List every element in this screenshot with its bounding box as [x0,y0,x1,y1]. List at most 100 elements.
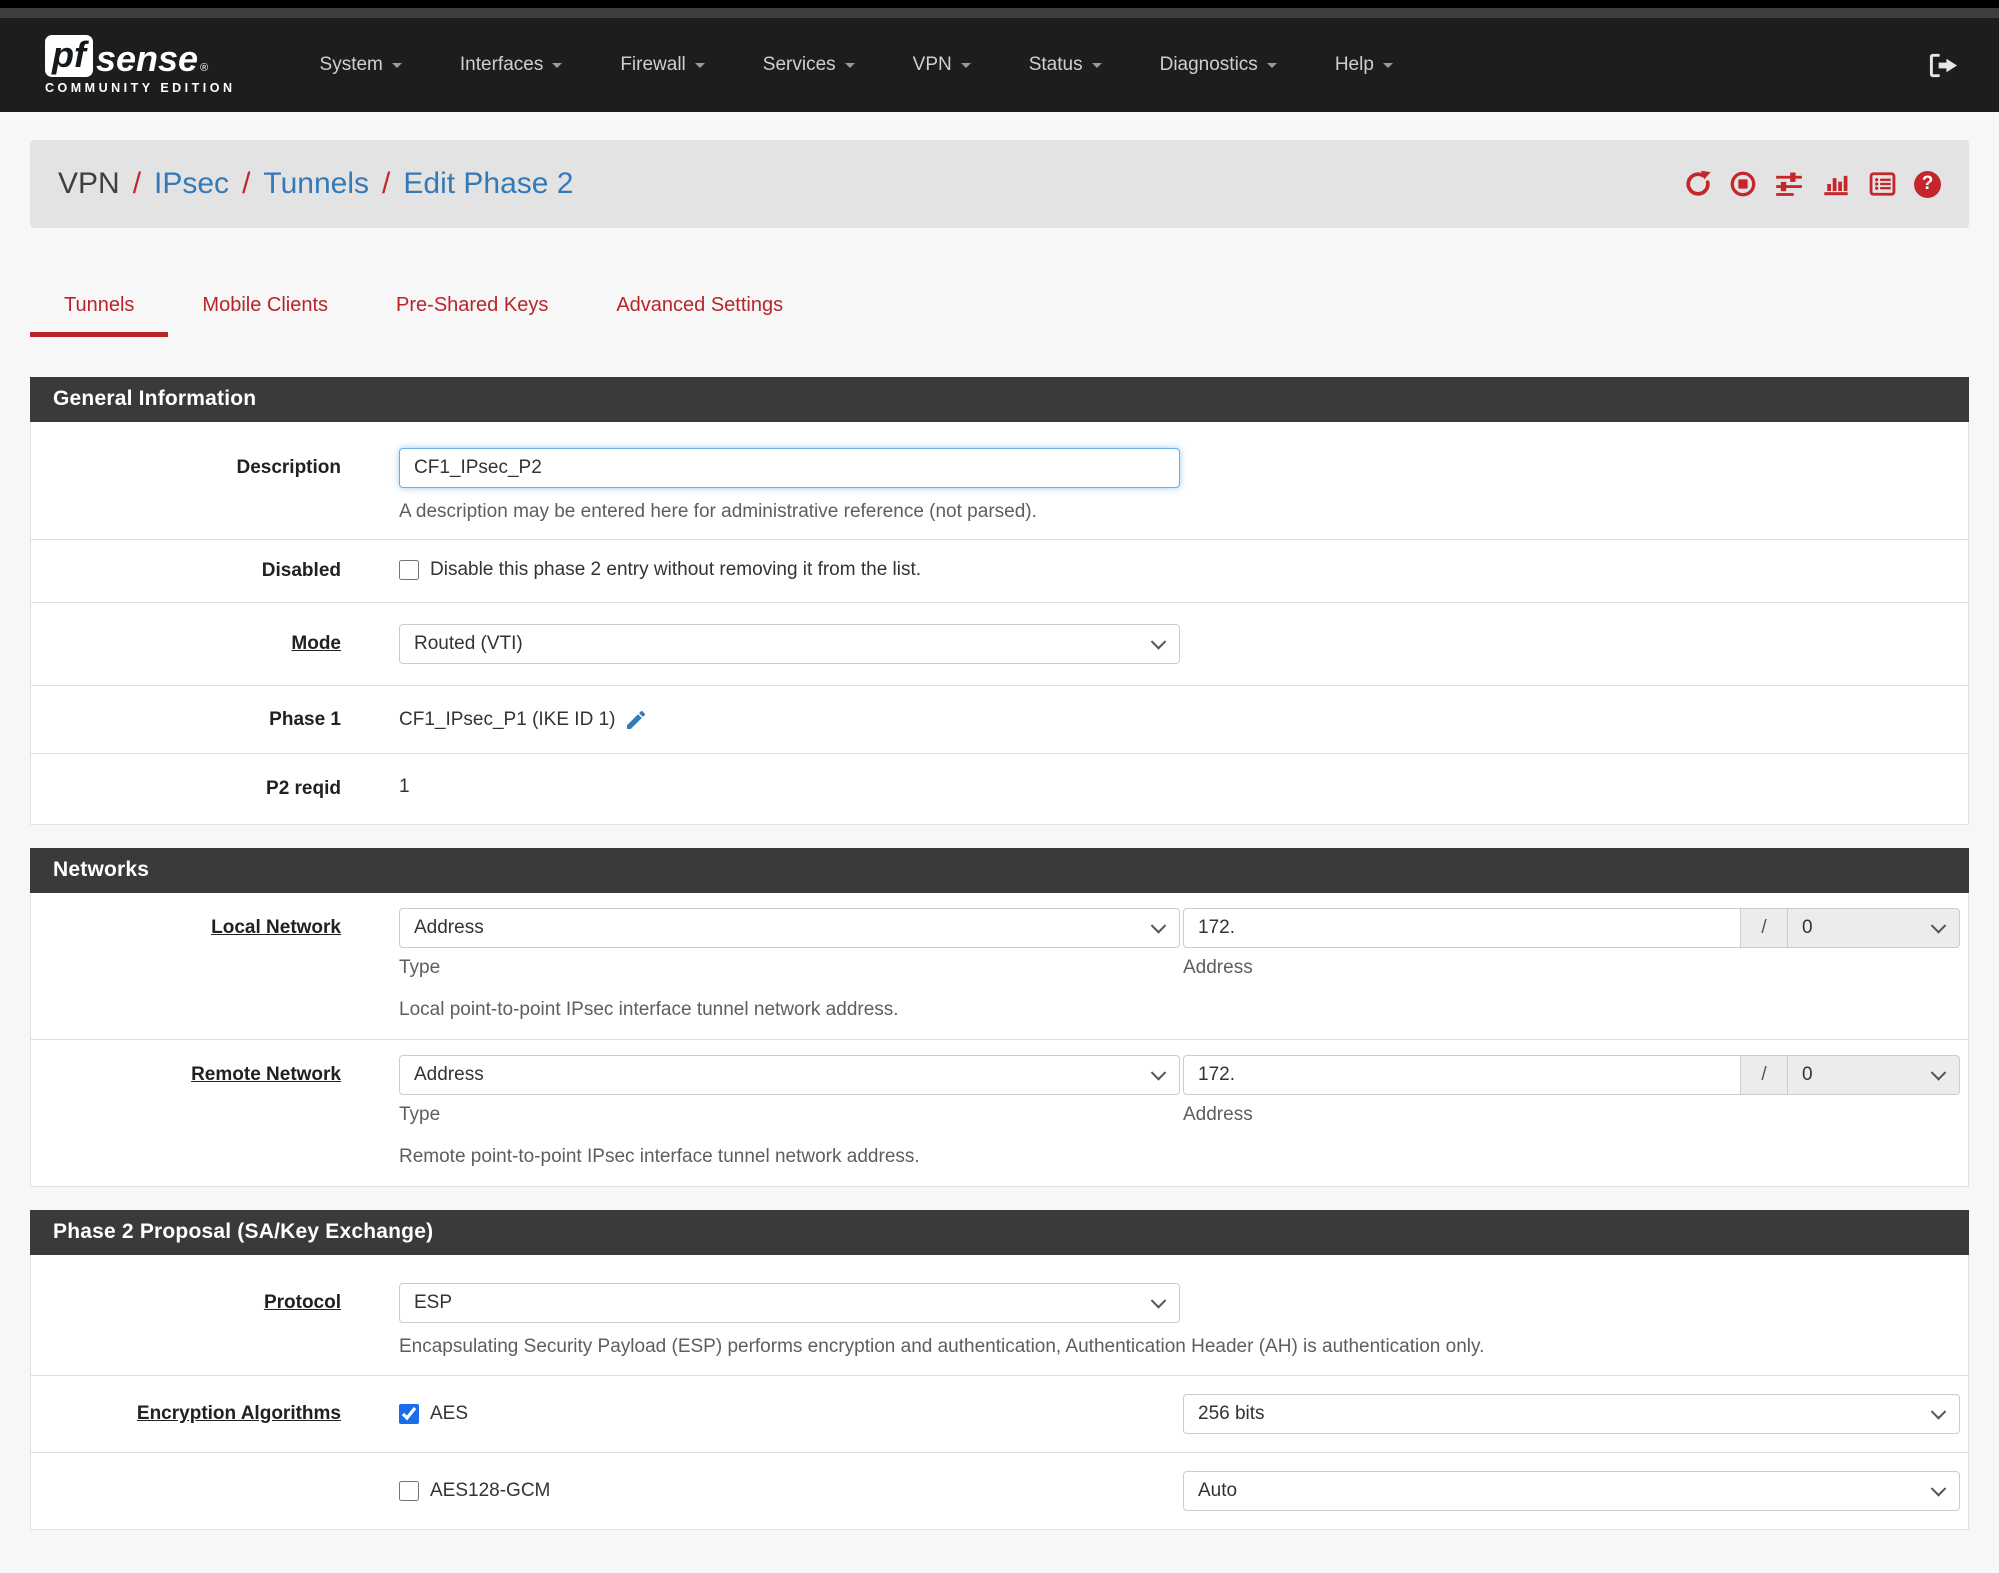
chevron-down-icon [552,62,563,68]
remote-type-caption: Type [399,1104,441,1125]
tab-pre-shared-keys[interactable]: Pre-Shared Keys [362,294,582,337]
local-network-prefix-select[interactable]: 0 [1788,908,1960,948]
sliders-icon[interactable] [1774,170,1804,198]
disabled-label: Disabled [261,560,341,581]
pencil-icon[interactable] [624,708,648,732]
chevron-down-icon [694,62,705,68]
edition-label: COMMUNITY EDITION [45,80,236,95]
p2-reqid-value: 1 [399,776,410,797]
row-mode: Mode Routed (VTI) [31,602,1968,685]
menu-system[interactable]: System [291,44,431,86]
aes128gcm-checkbox[interactable] [399,1481,419,1501]
menu-interfaces[interactable]: Interfaces [431,44,591,86]
protocol-label: Protocol [263,1292,341,1313]
mode-select[interactable]: Routed (VTI) [399,624,1180,664]
sign-out-button[interactable] [1928,50,1959,81]
breadcrumb-separator: / [242,167,251,200]
disabled-checkbox-label: Disable this phase 2 entry without remov… [430,559,922,580]
encryption-algorithms-label: Encryption Algorithms [136,1403,341,1424]
row-p2-reqid: P2 reqid 1 [31,753,1968,824]
description-label: Description [236,457,341,478]
remote-network-type-select[interactable]: Address [399,1055,1180,1095]
row-protocol: Protocol ESP Encapsulating Security Payl… [31,1255,1968,1375]
chevron-down-icon [1091,62,1102,68]
pf-logo-box: pf [45,35,93,77]
menu-firewall[interactable]: Firewall [591,44,733,86]
local-network-help: Local point-to-point IPsec interface tun… [399,999,899,1020]
logo-text: sense [95,37,199,79]
panel-title: Networks [30,848,1969,893]
breadcrumb-section: VPN [58,167,120,200]
aes-label: AES [430,1403,469,1424]
remote-network-prefix-select[interactable]: 0 [1788,1055,1960,1095]
refresh-icon[interactable] [1684,170,1712,198]
stop-icon[interactable] [1729,170,1757,198]
chevron-down-icon [1266,62,1277,68]
chevron-down-icon [391,62,402,68]
row-description: Description A description may be entered… [31,422,1968,539]
top-navbar: pf sense ® COMMUNITY EDITION System Inte… [0,18,1999,112]
phase1-label: Phase 1 [269,709,341,730]
tab-mobile-clients[interactable]: Mobile Clients [168,294,362,337]
panel-title: General Information [30,377,1969,422]
local-network-address-input[interactable] [1183,908,1741,948]
aes-checkbox[interactable] [399,1404,419,1424]
phase1-value: CF1_IPsec_P1 (IKE ID 1) [399,709,616,730]
protocol-select[interactable]: ESP [399,1283,1180,1323]
chart-bar-icon[interactable] [1821,170,1851,198]
breadcrumb-link-tunnels[interactable]: Tunnels [263,167,369,201]
remote-network-label: Remote Network [191,1064,341,1085]
local-address-caption: Address [1183,957,1253,978]
panel-general-information: General Information Description A descri… [30,377,1969,825]
breadcrumb: VPN / IPsec / Tunnels / Edit Phase 2 ? [30,140,1969,228]
slash-addon: / [1741,908,1788,948]
row-encryption-aes128gcm: AES128-GCM Auto [31,1452,1968,1529]
local-network-type-select[interactable]: Address [399,908,1180,948]
aes128gcm-keylen-select[interactable]: Auto [1183,1471,1960,1511]
list-icon[interactable] [1868,170,1897,198]
menu-services[interactable]: Services [734,44,884,86]
menu-status[interactable]: Status [1000,44,1131,86]
panel-phase2-proposal: Phase 2 Proposal (SA/Key Exchange) Proto… [30,1210,1969,1530]
disabled-checkbox[interactable] [399,560,419,580]
row-disabled: Disabled Disable this phase 2 entry with… [31,539,1968,602]
local-network-label: Local Network [211,917,341,938]
chevron-down-icon [1382,62,1393,68]
p2-reqid-label: P2 reqid [266,778,341,799]
row-remote-network: Remote Network Address Type / [31,1039,1968,1186]
row-phase1: Phase 1 CF1_IPsec_P1 (IKE ID 1) [31,685,1968,753]
tab-tunnels[interactable]: Tunnels [30,294,169,337]
chevron-down-icon [960,62,971,68]
window-title-strip [0,8,1999,18]
slash-addon: / [1741,1055,1788,1095]
protocol-help: Encapsulating Security Payload (ESP) per… [399,1336,1485,1357]
row-encryption-aes: Encryption Algorithms AES 256 bits [31,1375,1968,1452]
local-type-caption: Type [399,957,441,978]
mode-label: Mode [291,633,341,654]
breadcrumb-link-ipsec[interactable]: IPsec [154,167,229,201]
remote-network-help: Remote point-to-point IPsec interface tu… [399,1146,920,1167]
menu-diagnostics[interactable]: Diagnostics [1131,44,1306,86]
panel-networks: Networks Local Network Address Type / [30,848,1969,1187]
pfsense-logo[interactable]: pf sense ® COMMUNITY EDITION [45,35,236,95]
sign-out-icon [1929,53,1958,77]
menu-help[interactable]: Help [1306,44,1422,86]
breadcrumb-separator: / [382,167,391,200]
aes128gcm-label: AES128-GCM [430,1480,551,1501]
help-icon[interactable]: ? [1914,170,1941,198]
panel-title: Phase 2 Proposal (SA/Key Exchange) [30,1210,1969,1255]
remote-network-address-input[interactable] [1183,1055,1741,1095]
breadcrumb-link-edit-phase2[interactable]: Edit Phase 2 [403,167,573,201]
description-input[interactable] [399,448,1180,488]
registered-mark: ® [200,61,209,74]
row-local-network: Local Network Address Type / [31,893,1968,1039]
description-help: A description may be entered here for ad… [399,501,1037,522]
tab-bar: Tunnels Mobile Clients Pre-Shared Keys A… [30,294,1969,337]
tab-advanced-settings[interactable]: Advanced Settings [582,294,817,337]
navbar-menus: System Interfaces Firewall Services VPN … [291,44,1928,86]
breadcrumb-separator: / [132,167,142,200]
chevron-down-icon [844,62,855,68]
window-top-strip [0,0,1999,8]
menu-vpn[interactable]: VPN [884,44,1000,86]
aes-keylen-select[interactable]: 256 bits [1183,1394,1960,1434]
